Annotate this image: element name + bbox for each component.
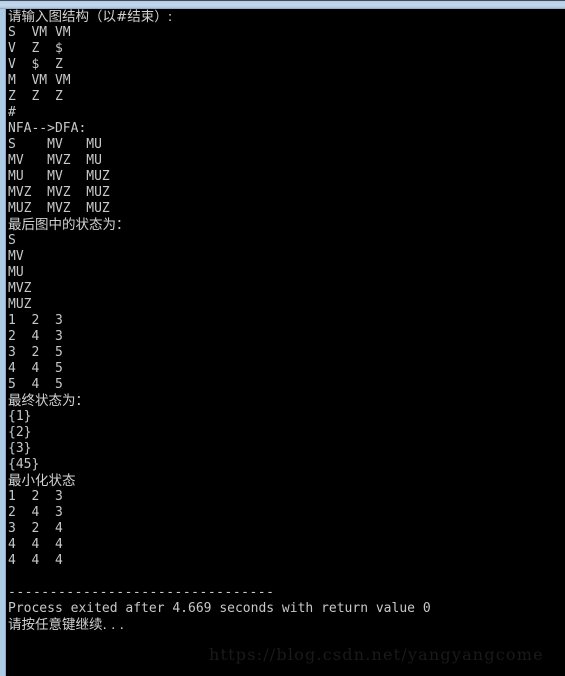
console-line-graph-state-1: S [8,233,16,248]
console-line-dfa-row-5: MUZ MVZ MUZ [8,201,110,216]
console-line-prompt-input-graph: 请输入图结构（以#结束）: [8,9,173,25]
console-line-min-row-4: 4 4 4 [8,537,63,552]
console-line-edge-1: S VM VM [8,25,71,40]
console-line-press-any-key-message: 请按任意键继续. . . [8,617,124,633]
console-line-graph-state-3: MU [8,265,24,280]
console-line-header-final-graph-states: 最后图中的状态为： [8,217,130,233]
console-line-separator-rule: -------------------------------- [8,585,275,600]
console-line-edge-2: V Z $ [8,41,63,56]
console-line-dfa-row-1: S MV MU [8,137,102,152]
console-line-numbered-row-4: 4 4 5 [8,361,63,376]
console-line-min-row-1: 1 2 3 [8,489,63,504]
console-line-graph-state-5: MUZ [8,297,32,312]
console-line-header-nfa-dfa: NFA-->DFA: [8,121,87,136]
console-line-numbered-row-5: 5 4 5 [8,377,63,392]
console-line-graph-state-4: MVZ [8,281,32,296]
console-line-dfa-row-3: MU MV MUZ [8,169,110,184]
console-line-header-minimized-states: 最小化状态 [8,473,76,489]
console-line-spacer-1 [6,569,565,585]
console-line-min-row-2: 2 4 3 [8,505,63,520]
console-line-dfa-row-2: MV MVZ MU [8,153,102,168]
console-line-final-state-4: {45} [8,457,40,472]
window-title-bar[interactable] [0,0,565,9]
console-line-edge-4: M VM VM [8,73,71,88]
console-line-min-row-5: 4 4 4 [8,553,63,568]
console-line-final-state-1: {1} [8,409,32,424]
console-line-dfa-row-4: MVZ MVZ MUZ [8,185,110,200]
console-window: 请输入图结构（以#结束）: S VM VM V Z $ V $ ZM VM VM Z Z… [0,0,565,676]
console-line-numbered-row-1: 1 2 3 [8,313,63,328]
watermark-url: https://blog.csdn.net/yangyangcome [209,645,544,664]
console-line-numbered-row-3: 3 2 5 [8,345,63,360]
console-line-edge-5: Z Z Z [8,89,63,104]
console-line-final-state-2: {2} [8,425,32,440]
console-line-edge-terminator: # [8,105,16,120]
console-line-graph-state-2: MV [8,249,24,264]
console-line-min-row-3: 3 2 4 [8,521,63,536]
console-line-header-final-states: 最终状态为： [8,393,89,409]
console-output-area[interactable]: 请输入图结构（以#结束）: S VM VM V Z $ V $ ZM VM VM Z Z… [6,9,565,676]
console-line-numbered-row-2: 2 4 3 [8,329,63,344]
console-line-final-state-3: {3} [8,441,32,456]
console-line-process-exit-message: Process exited after 4.669 seconds with … [8,601,431,616]
console-line-edge-3: V $ Z [8,57,63,72]
